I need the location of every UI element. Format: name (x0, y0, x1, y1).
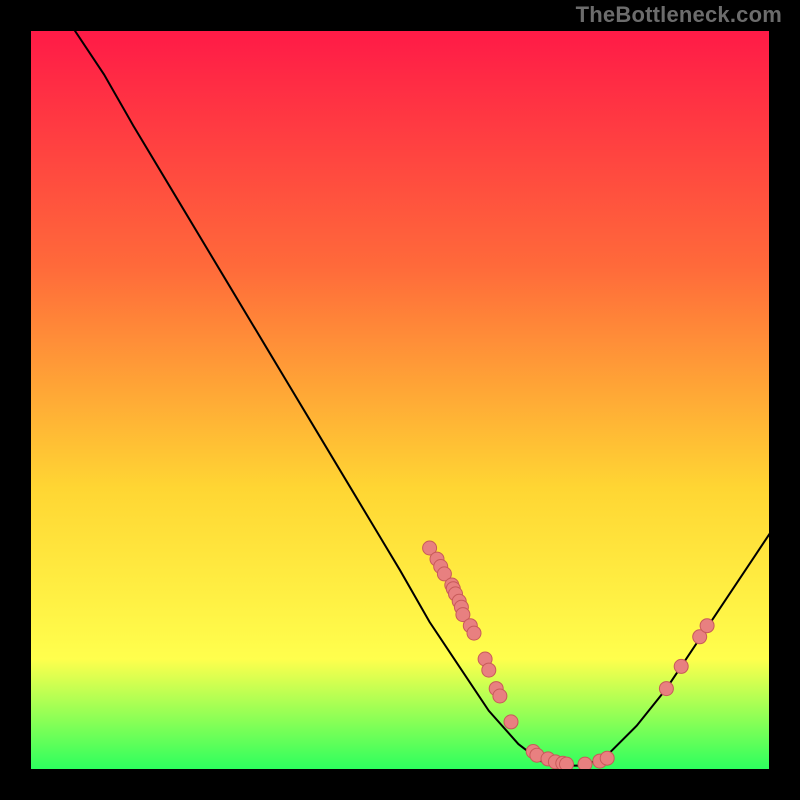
chart-svg (30, 30, 770, 770)
data-dot (482, 663, 496, 677)
data-dot (578, 757, 592, 770)
data-dot (467, 626, 481, 640)
gradient-background (30, 30, 770, 770)
watermark-text: TheBottleneck.com (576, 2, 782, 28)
data-dot (700, 619, 714, 633)
data-dot (493, 689, 507, 703)
data-dot (659, 682, 673, 696)
data-dot (600, 751, 614, 765)
data-dot (674, 659, 688, 673)
chart-outer-container: TheBottleneck.com (0, 0, 800, 800)
data-dot (560, 757, 574, 770)
plot-frame (30, 30, 770, 770)
data-dot (504, 715, 518, 729)
